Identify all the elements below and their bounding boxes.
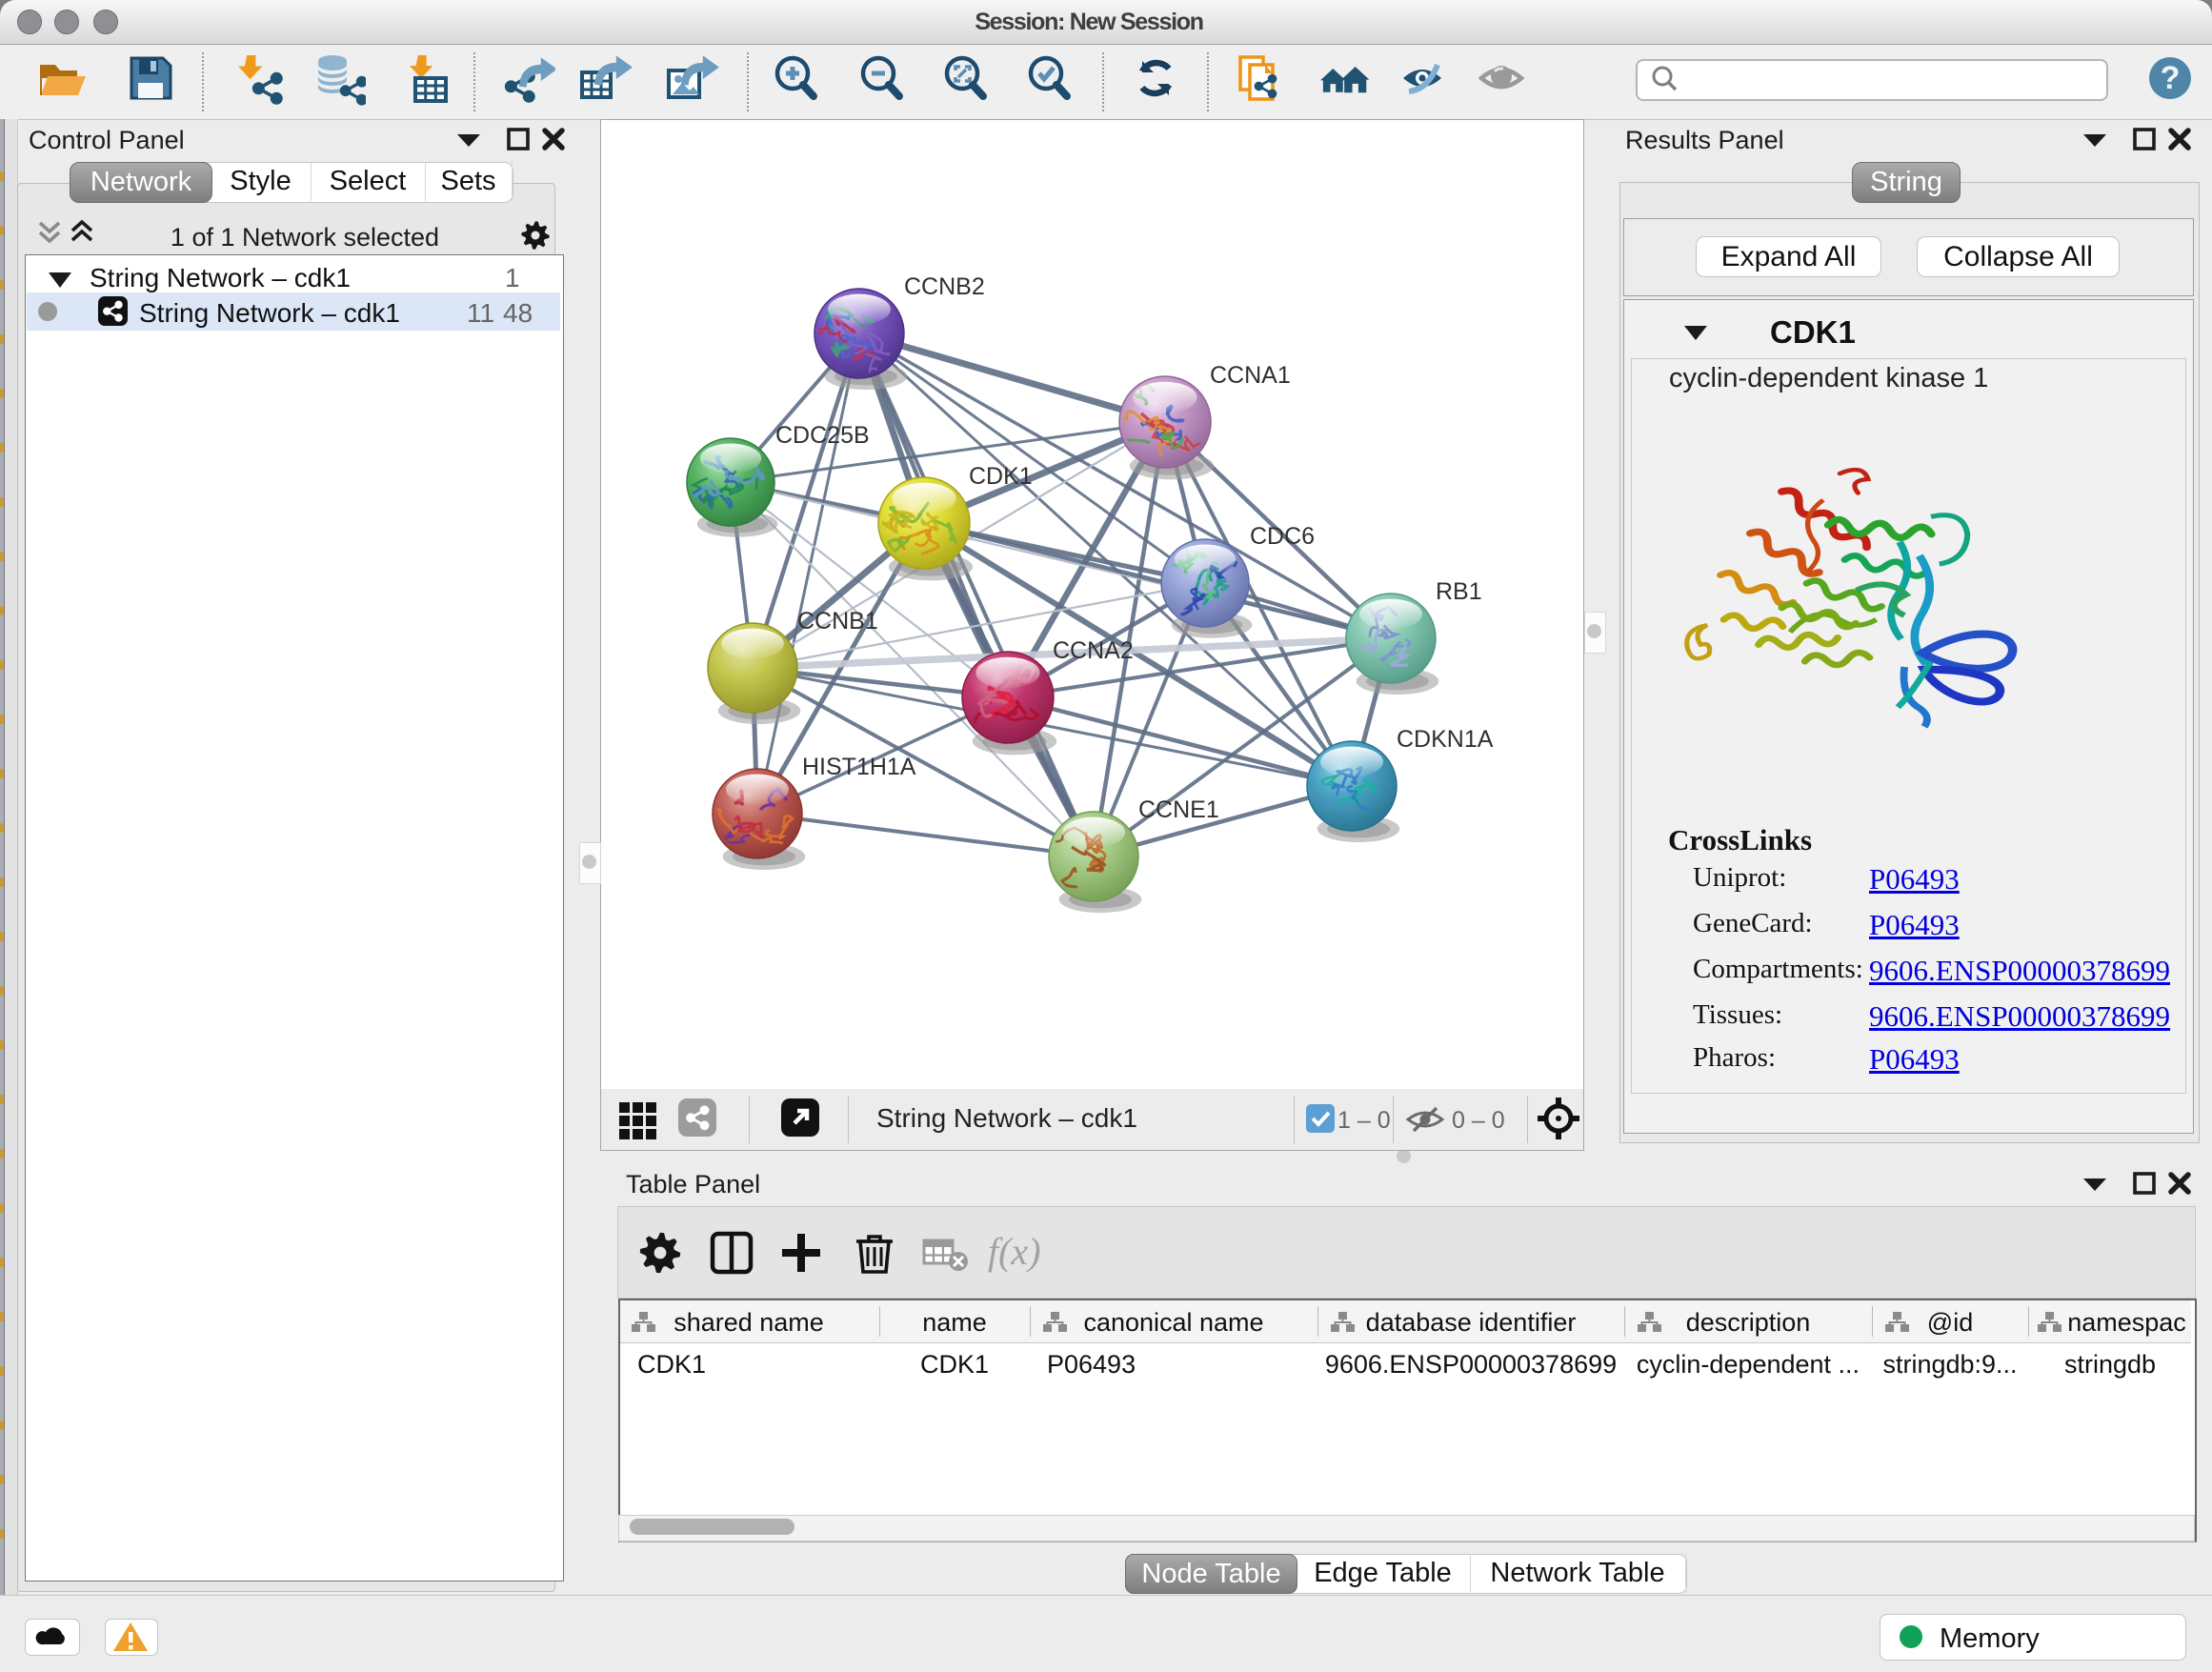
svg-text:CCNA2: CCNA2	[1053, 637, 1134, 664]
svg-text:CCNE1: CCNE1	[1138, 796, 1219, 823]
svg-text:CDC25B: CDC25B	[775, 422, 870, 449]
svg-text:CDC6: CDC6	[1250, 523, 1315, 550]
svg-text:CCNB1: CCNB1	[797, 608, 878, 635]
svg-text:CDK1: CDK1	[969, 463, 1033, 490]
svg-text:CCNA1: CCNA1	[1210, 362, 1291, 389]
svg-text:RB1: RB1	[1436, 578, 1482, 605]
svg-text:CCNB2: CCNB2	[904, 273, 985, 300]
svg-text:HIST1H1A: HIST1H1A	[802, 754, 916, 780]
svg-text:CDKN1A: CDKN1A	[1397, 726, 1494, 753]
